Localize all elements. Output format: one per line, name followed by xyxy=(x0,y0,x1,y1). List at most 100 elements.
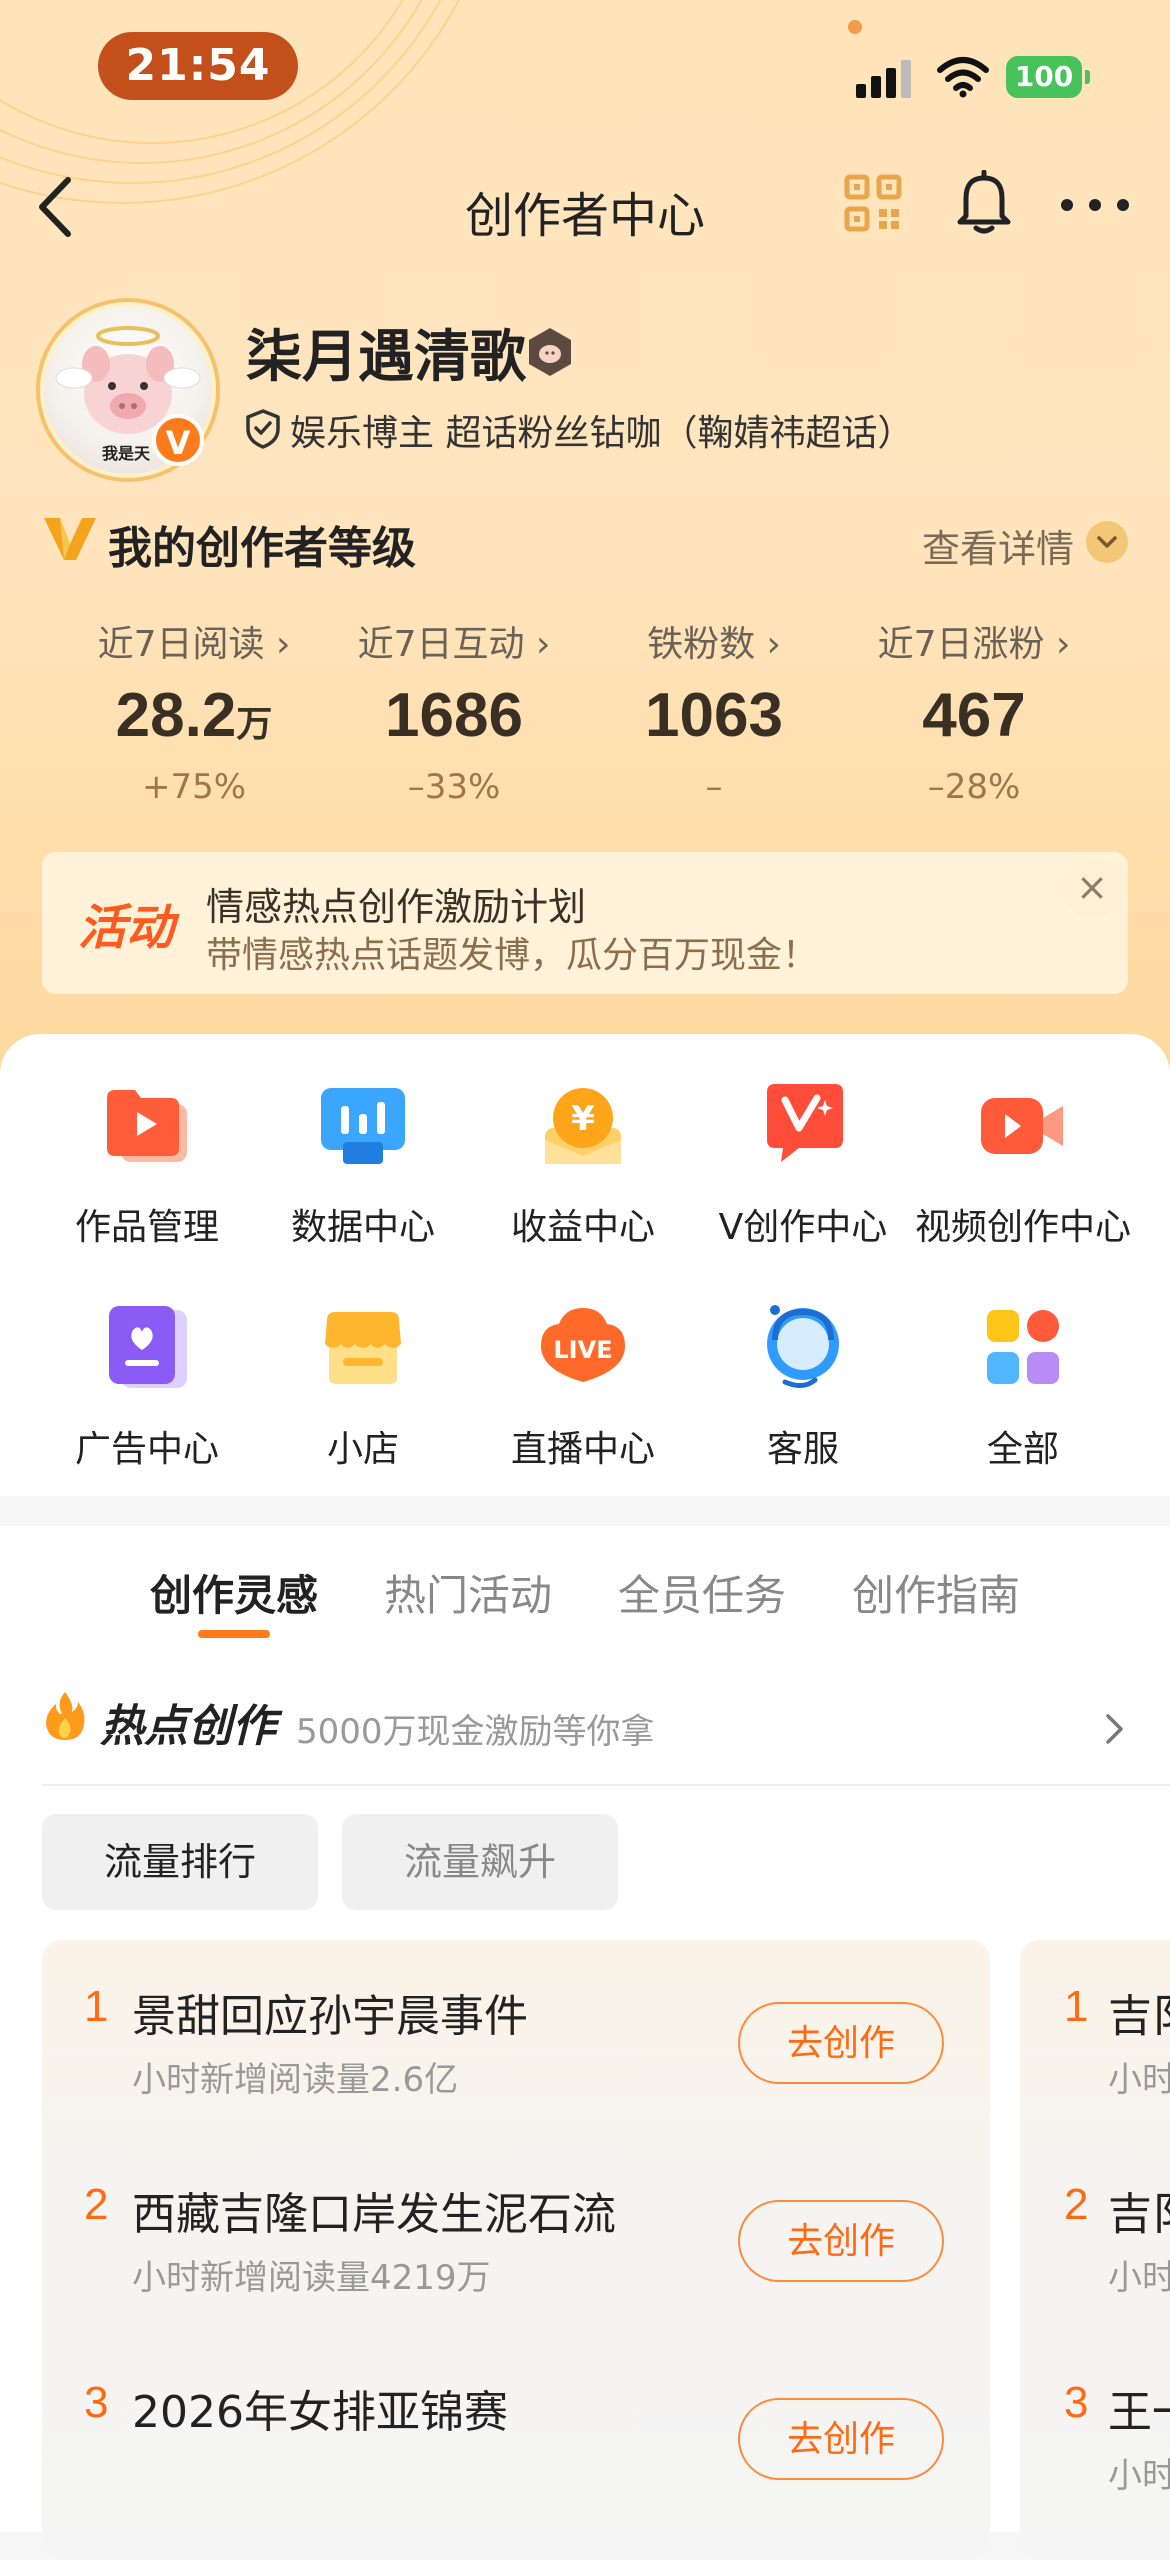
tool-video[interactable]: 视频创作中心 xyxy=(910,1078,1136,1250)
ad-icon xyxy=(109,1306,187,1388)
rank-title[interactable]: 西藏吉隆口岸发生泥石流 xyxy=(132,2178,616,2242)
fire-icon xyxy=(46,1692,85,1740)
stat-label: 近7日互动 › xyxy=(357,624,551,665)
v-create-icon xyxy=(767,1084,843,1162)
tool-works[interactable]: 作品管理 xyxy=(34,1078,260,1250)
tool-label: 视频创作中心 xyxy=(914,1207,1131,1248)
rank-number: 2 xyxy=(1064,2180,1089,2229)
rank-subtitle: 小时 xyxy=(1108,2060,1170,2100)
svg-text:LIVE: LIVE xyxy=(553,1336,612,1364)
rank-subtitle: 小时 xyxy=(1108,2456,1170,2496)
tab-all-member-tasks[interactable]: 全员任务 xyxy=(618,1562,786,1623)
more-icon[interactable] xyxy=(1058,196,1132,214)
ranking-card: 1 景甜回应孙宇晨事件 小时新增阅读量2.6亿 去创作 2 西藏吉隆口岸发生泥石… xyxy=(42,1940,990,2560)
filter-traffic-surge[interactable]: 流量飙升 xyxy=(342,1814,618,1910)
rank-number: 3 xyxy=(84,2378,109,2427)
qr-code-icon[interactable] xyxy=(844,174,902,232)
rank-number: 3 xyxy=(1064,2378,1089,2427)
service-icon xyxy=(767,1305,839,1388)
tab-creation-guide[interactable]: 创作指南 xyxy=(852,1562,1020,1623)
divider xyxy=(42,1784,1170,1786)
tool-live[interactable]: LIVE 直播中心 xyxy=(470,1300,696,1472)
tool-label: 广告中心 xyxy=(74,1429,219,1470)
battery-tip xyxy=(1085,70,1090,84)
filter-traffic-rank[interactable]: 流量排行 xyxy=(42,1814,318,1910)
wifi-icon xyxy=(937,57,989,98)
view-detail-link[interactable]: 查看详情 xyxy=(922,518,1074,573)
bell-icon[interactable] xyxy=(954,170,1014,236)
tool-data[interactable]: 数据中心 xyxy=(250,1078,476,1250)
tool-all[interactable]: 全部 xyxy=(910,1300,1136,1472)
activity-banner[interactable]: 活动 情感热点创作激励计划 带情感热点话题发博，瓜分百万现金！ xyxy=(42,852,1128,994)
tool-label: 小店 xyxy=(326,1429,399,1470)
verified-badge: V xyxy=(152,414,204,466)
live-icon: LIVE xyxy=(541,1308,625,1382)
rank-title[interactable]: 2026年女排亚锦赛 xyxy=(132,2376,508,2440)
tool-shop[interactable]: 小店 xyxy=(250,1300,476,1472)
rank-title: 吉阝 xyxy=(1108,2189,1170,2240)
chevron-down-icon[interactable] xyxy=(1086,521,1128,563)
tool-service[interactable]: 客服 xyxy=(690,1300,916,1472)
go-create-button[interactable]: 去创作 xyxy=(738,2002,944,2084)
creator-level-title: 我的创作者等级 xyxy=(108,523,416,574)
tool-ads[interactable]: 广告中心 xyxy=(34,1300,260,1472)
stat-value: 467 xyxy=(922,681,1026,750)
tab-inspiration[interactable]: 创作灵感 xyxy=(150,1562,318,1623)
go-create-button[interactable]: 去创作 xyxy=(738,2398,944,2480)
stat-change: +75% xyxy=(141,767,247,807)
shield-icon xyxy=(246,409,280,449)
rank-title: 王一 xyxy=(1108,2387,1170,2438)
go-create-button[interactable]: 去创作 xyxy=(738,2200,944,2282)
data-icon xyxy=(321,1088,405,1164)
close-icon[interactable]: × xyxy=(1062,858,1122,918)
stat-value: 1063 xyxy=(645,681,783,750)
income-icon: ¥ xyxy=(545,1088,621,1164)
stat-read-7d[interactable]: 近7日阅读 › 28.2万 +75% xyxy=(64,620,324,812)
status-time: 21:54 xyxy=(98,32,298,100)
profile-tagline[interactable]: 娱乐博主 超话粉丝钻咖（鞠婧祎超话） xyxy=(290,404,913,456)
svg-text:¥: ¥ xyxy=(571,1099,595,1139)
tool-label: 直播中心 xyxy=(510,1429,655,1470)
v-level-icon xyxy=(44,518,96,560)
rank-subtitle: 小时 xyxy=(1108,2258,1170,2298)
active-tab-indicator xyxy=(198,1630,270,1638)
stat-interaction-7d[interactable]: 近7日互动 › 1686 –33% xyxy=(324,620,584,812)
stat-change: – xyxy=(705,767,723,807)
stat-label: 近7日阅读 › xyxy=(97,624,291,665)
avatar-caption: 我是天 xyxy=(102,444,151,463)
activity-tag: 活动 xyxy=(78,900,175,956)
tab-hot-activities[interactable]: 热门活动 xyxy=(384,1562,552,1623)
rank-number: 1 xyxy=(1064,1982,1089,2031)
stat-iron-fans[interactable]: 铁粉数 › 1063 – xyxy=(584,620,844,812)
rank-subtitle: 小时新增阅读量4219万 xyxy=(132,2258,491,2298)
tool-label: 作品管理 xyxy=(74,1207,219,1248)
video-icon xyxy=(981,1098,1063,1154)
tool-v-create[interactable]: V创作中心 xyxy=(690,1078,916,1250)
privacy-indicator-dot xyxy=(848,20,862,34)
stat-change: –33% xyxy=(407,767,501,807)
works-icon xyxy=(107,1090,187,1162)
shop-icon xyxy=(325,1312,401,1384)
stat-new-fans-7d[interactable]: 近7日涨粉 › 467 –28% xyxy=(844,620,1104,812)
banner-title: 情感热点创作激励计划 xyxy=(206,885,587,929)
stat-label: 近7日涨粉 › xyxy=(877,624,1071,665)
banner-subtitle: 带情感热点话题发博，瓜分百万现金！ xyxy=(206,935,819,976)
tool-label: 全部 xyxy=(986,1429,1059,1470)
tool-income[interactable]: ¥ 收益中心 xyxy=(470,1078,696,1250)
stat-change: –28% xyxy=(927,767,1021,807)
rank-subtitle: 小时新增阅读量2.6亿 xyxy=(132,2060,459,2100)
ranking-card-next[interactable]: 1 吉阝 小时 2 吉阝 小时 3 王一 小时 xyxy=(1020,1940,1170,2560)
rank-number: 2 xyxy=(84,2180,109,2229)
hot-creation-subtitle: 5000万现金激励等你拿 xyxy=(296,1712,655,1752)
tool-label: V创作中心 xyxy=(718,1207,888,1248)
all-icon xyxy=(987,1310,1059,1384)
rank-number: 1 xyxy=(84,1982,109,2031)
chevron-right-icon[interactable] xyxy=(1104,1712,1126,1746)
user-level-badge-icon[interactable] xyxy=(525,326,575,378)
rank-title[interactable]: 景甜回应孙宇晨事件 xyxy=(132,1980,528,2044)
hot-creation-title[interactable]: 热点创作 xyxy=(100,1690,276,1754)
rank-title: 吉阝 xyxy=(1108,1991,1170,2042)
tool-label: 数据中心 xyxy=(290,1207,435,1248)
username[interactable]: 柒月遇清歌 xyxy=(246,312,526,393)
stat-value: 1686 xyxy=(385,681,523,750)
